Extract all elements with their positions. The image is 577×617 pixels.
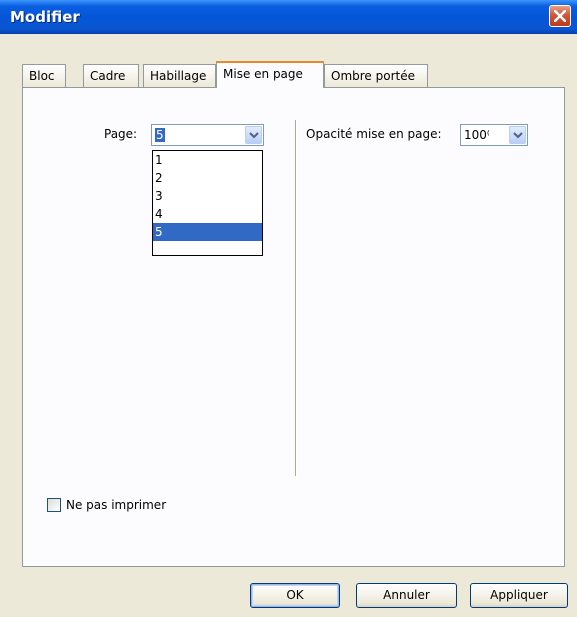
tab-cadre[interactable]: Cadre: [83, 64, 139, 87]
tab-panel: [22, 87, 565, 567]
ok-button[interactable]: OK: [250, 583, 340, 608]
modifier-dialog: Modifier Bloc Cadre Habillage Mise en pa…: [0, 0, 577, 617]
opacity-dropdown-button[interactable]: [509, 126, 526, 144]
vertical-divider: [295, 120, 297, 476]
page-select[interactable]: 5: [151, 124, 264, 146]
close-icon: [554, 10, 566, 22]
tab-ombre-portee[interactable]: Ombre portée: [324, 64, 428, 87]
chevron-down-icon: [249, 132, 259, 139]
cancel-button[interactable]: Annuler: [356, 583, 457, 608]
apply-button[interactable]: Appliquer: [470, 583, 568, 608]
page-option[interactable]: 3: [153, 187, 262, 205]
chevron-down-icon: [513, 132, 523, 139]
tab-mise-en-page[interactable]: Mise en page: [216, 61, 324, 88]
title-bar[interactable]: Modifier: [0, 0, 577, 34]
page-dropdown-list: 1 2 3 4 5: [152, 150, 263, 256]
no-print-label[interactable]: Ne pas imprimer: [66, 498, 166, 512]
page-option[interactable]: 4: [153, 205, 262, 223]
tab-bloc[interactable]: Bloc: [22, 64, 66, 87]
window-title: Modifier: [10, 8, 80, 26]
page-select-value: 5: [155, 128, 165, 142]
no-print-checkbox[interactable]: [47, 498, 61, 512]
page-dropdown-button[interactable]: [245, 126, 262, 144]
page-label: Page:: [104, 127, 138, 141]
tab-habillage[interactable]: Habillage: [143, 64, 216, 87]
close-button[interactable]: [549, 5, 571, 27]
page-option[interactable]: 1: [153, 151, 262, 169]
page-option-selected[interactable]: 5: [153, 223, 262, 241]
opacity-label: Opacité mise en page:: [306, 127, 442, 141]
opacity-select[interactable]: 100⁽: [460, 124, 528, 146]
page-option[interactable]: 2: [153, 169, 262, 187]
opacity-select-value: 100⁽: [464, 128, 490, 142]
